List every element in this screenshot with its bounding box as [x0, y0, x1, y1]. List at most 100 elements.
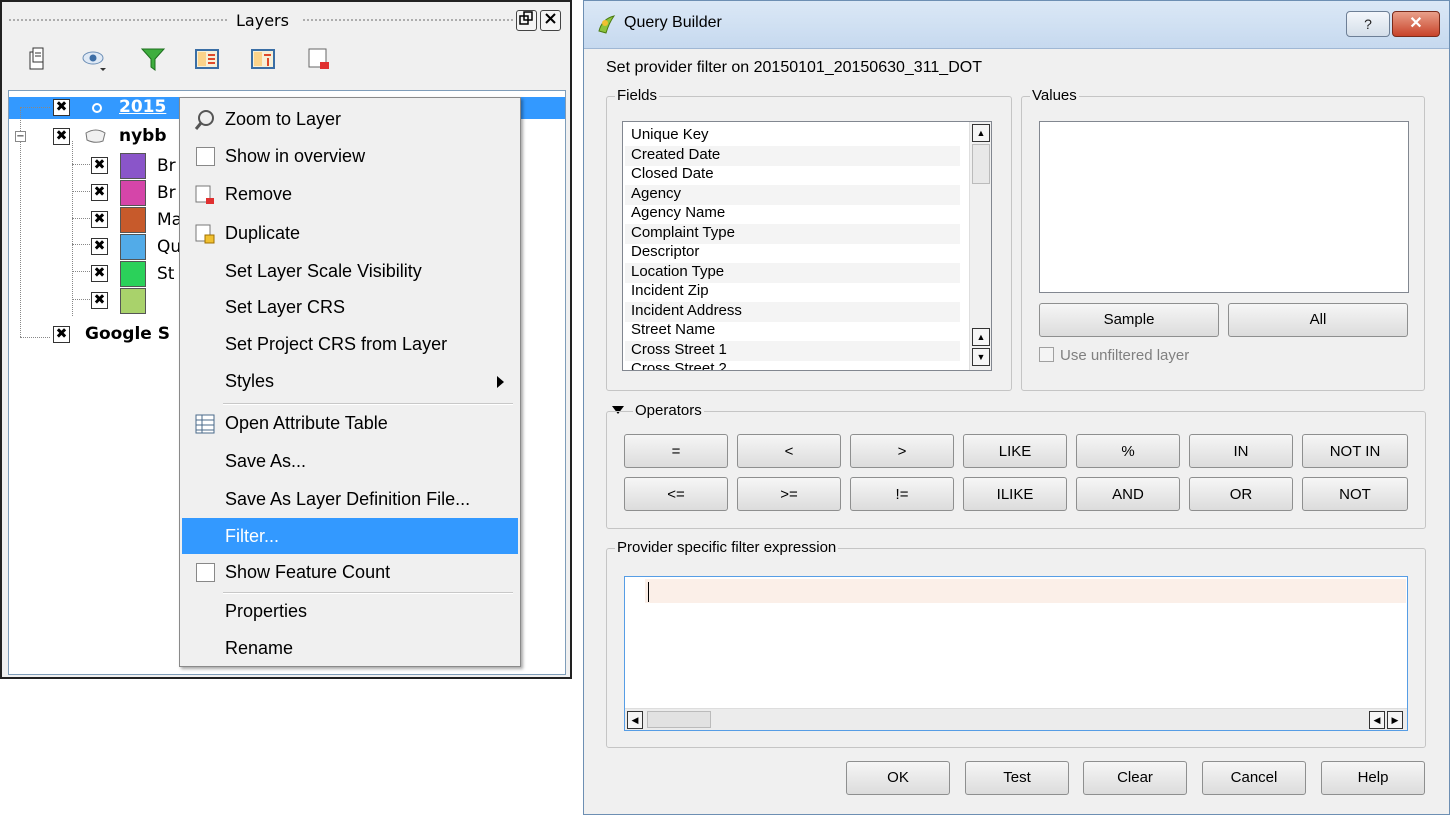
- scroll-down-icon[interactable]: ▼: [972, 348, 990, 366]
- menu-item-duplicate[interactable]: Duplicate: [182, 215, 518, 251]
- menu-item-zoom-to-layer[interactable]: Zoom to Layer: [182, 101, 518, 137]
- operator-or-button[interactable]: OR: [1189, 477, 1293, 511]
- class-visibility-checkbox[interactable]: ✖: [91, 157, 108, 174]
- operator-like-button[interactable]: LIKE: [963, 434, 1067, 468]
- titlebar-help-button[interactable]: ?: [1346, 11, 1390, 37]
- field-item[interactable]: Agency: [625, 185, 960, 205]
- clear-button[interactable]: Clear: [1083, 761, 1187, 795]
- operator-ilike-button[interactable]: ILIKE: [963, 477, 1067, 511]
- sample-button[interactable]: Sample: [1039, 303, 1219, 337]
- scroll-right-icon[interactable]: ▶: [1387, 711, 1403, 729]
- menu-item-styles[interactable]: Styles: [182, 363, 518, 399]
- class-visibility-checkbox[interactable]: ✖: [91, 184, 108, 201]
- scroll-up-icon[interactable]: ▲: [972, 328, 990, 346]
- close-panel-button[interactable]: [540, 10, 561, 31]
- layers-titlebar[interactable]: Layers: [4, 4, 568, 34]
- titlebar-close-button[interactable]: ✕: [1392, 11, 1440, 37]
- cancel-button[interactable]: Cancel: [1202, 761, 1306, 795]
- operator-not-button[interactable]: NOT: [1302, 477, 1408, 511]
- field-item[interactable]: Descriptor: [631, 243, 699, 263]
- menu-item-open-attribute-table[interactable]: Open Attribute Table: [182, 405, 518, 441]
- scrollbar-thumb[interactable]: [972, 144, 990, 184]
- field-item[interactable]: Created Date: [625, 146, 960, 166]
- field-item[interactable]: Street Name: [631, 321, 715, 341]
- checkbox-icon: [1039, 347, 1054, 362]
- operator-less-than-button[interactable]: <: [737, 434, 841, 468]
- layer-visibility-checkbox[interactable]: ✖: [53, 326, 70, 343]
- class-color-swatch: [120, 153, 146, 179]
- add-group-icon[interactable]: [22, 44, 52, 74]
- ok-button[interactable]: OK: [846, 761, 950, 795]
- operator-equals-button[interactable]: =: [624, 434, 728, 468]
- operator-not-in-button[interactable]: NOT IN: [1302, 434, 1408, 468]
- dialog-titlebar[interactable]: Query Builder ? ✕: [584, 1, 1449, 49]
- filter-funnel-icon[interactable]: [138, 44, 168, 74]
- class-visibility-checkbox[interactable]: ✖: [91, 238, 108, 255]
- menu-item-set-layer-scale-visibility[interactable]: Set Layer Scale Visibility: [182, 253, 518, 289]
- layer-visibility-checkbox[interactable]: ✖: [53, 128, 70, 145]
- operator-in-button[interactable]: IN: [1189, 434, 1293, 468]
- field-item[interactable]: Closed Date: [631, 165, 714, 185]
- operator-greater-equal-button[interactable]: >=: [737, 477, 841, 511]
- fields-scrollbar[interactable]: ▲ ▲ ▼: [969, 122, 991, 370]
- menu-item-show-in-overview[interactable]: Show in overview: [182, 138, 518, 174]
- operators-group-title[interactable]: Operators: [633, 402, 704, 419]
- field-item[interactable]: Cross Street 1: [625, 341, 960, 361]
- class-label: Br: [157, 183, 176, 203]
- fields-list[interactable]: Unique Key Created Date Closed Date Agen…: [622, 121, 992, 371]
- dialog-subtitle: Set provider filter on 20150101_20150630…: [606, 59, 982, 76]
- menu-item-save-as[interactable]: Save As...: [182, 443, 518, 479]
- submenu-arrow-icon: [497, 376, 504, 388]
- menu-item-label: Save As Layer Definition File...: [225, 489, 471, 509]
- field-item[interactable]: Incident Address: [625, 302, 960, 322]
- class-visibility-checkbox[interactable]: ✖: [91, 292, 108, 309]
- scroll-left-icon[interactable]: ◀: [1369, 711, 1385, 729]
- remove-layer-icon[interactable]: [304, 44, 334, 74]
- help-button[interactable]: Help: [1321, 761, 1425, 795]
- field-item[interactable]: Incident Zip: [631, 282, 709, 302]
- menu-item-set-project-crs[interactable]: Set Project CRS from Layer: [182, 326, 518, 362]
- operator-less-equal-button[interactable]: <=: [624, 477, 728, 511]
- class-color-swatch: [120, 207, 146, 233]
- visibility-eye-icon[interactable]: [80, 44, 110, 74]
- collapse-toggle-icon[interactable]: −: [15, 131, 26, 142]
- menu-item-filter[interactable]: Filter...: [182, 518, 518, 554]
- menu-item-properties[interactable]: Properties: [182, 593, 518, 629]
- menu-item-set-layer-crs[interactable]: Set Layer CRS: [182, 289, 518, 325]
- menu-item-label: Properties: [225, 601, 308, 621]
- values-list[interactable]: [1039, 121, 1409, 293]
- field-item[interactable]: Unique Key: [631, 126, 709, 146]
- class-label: St: [157, 264, 175, 284]
- float-panel-button[interactable]: [516, 10, 537, 31]
- menu-item-rename[interactable]: Rename: [182, 630, 518, 666]
- field-item[interactable]: Agency Name: [631, 204, 725, 224]
- collapse-all-icon[interactable]: [248, 44, 278, 74]
- scroll-up-icon[interactable]: ▲: [972, 124, 990, 142]
- operator-greater-than-button[interactable]: >: [850, 434, 954, 468]
- operator-not-equal-button[interactable]: !=: [850, 477, 954, 511]
- test-button[interactable]: Test: [965, 761, 1069, 795]
- scroll-left-icon[interactable]: ◀: [627, 711, 643, 729]
- field-item[interactable]: Location Type: [625, 263, 960, 283]
- remove-layer-icon: [195, 185, 214, 204]
- field-item[interactable]: Complaint Type: [625, 224, 960, 244]
- scrollbar-thumb[interactable]: [647, 711, 711, 728]
- layer-visibility-checkbox[interactable]: ✖: [53, 99, 70, 116]
- menu-item-label: Filter...: [225, 526, 280, 546]
- expand-all-icon[interactable]: [192, 44, 222, 74]
- duplicate-layer-icon: [195, 224, 215, 244]
- class-color-swatch: [120, 234, 146, 260]
- all-button[interactable]: All: [1228, 303, 1408, 337]
- class-visibility-checkbox[interactable]: ✖: [91, 211, 108, 228]
- use-unfiltered-checkbox[interactable]: Use unfiltered layer: [1039, 347, 1189, 364]
- menu-item-show-feature-count[interactable]: Show Feature Count: [182, 554, 518, 590]
- menu-item-save-as-layer-definition[interactable]: Save As Layer Definition File...: [182, 481, 518, 517]
- editor-horizontal-scrollbar[interactable]: ◀ ◀ ▶: [625, 708, 1407, 730]
- menu-item-label: Show Feature Count: [225, 562, 391, 582]
- class-visibility-checkbox[interactable]: ✖: [91, 265, 108, 282]
- filter-expression-editor[interactable]: ◀ ◀ ▶: [624, 576, 1408, 731]
- menu-item-remove[interactable]: Remove: [182, 176, 518, 212]
- field-item[interactable]: Cross Street 2: [631, 360, 727, 370]
- operator-and-button[interactable]: AND: [1076, 477, 1180, 511]
- operator-percent-button[interactable]: %: [1076, 434, 1180, 468]
